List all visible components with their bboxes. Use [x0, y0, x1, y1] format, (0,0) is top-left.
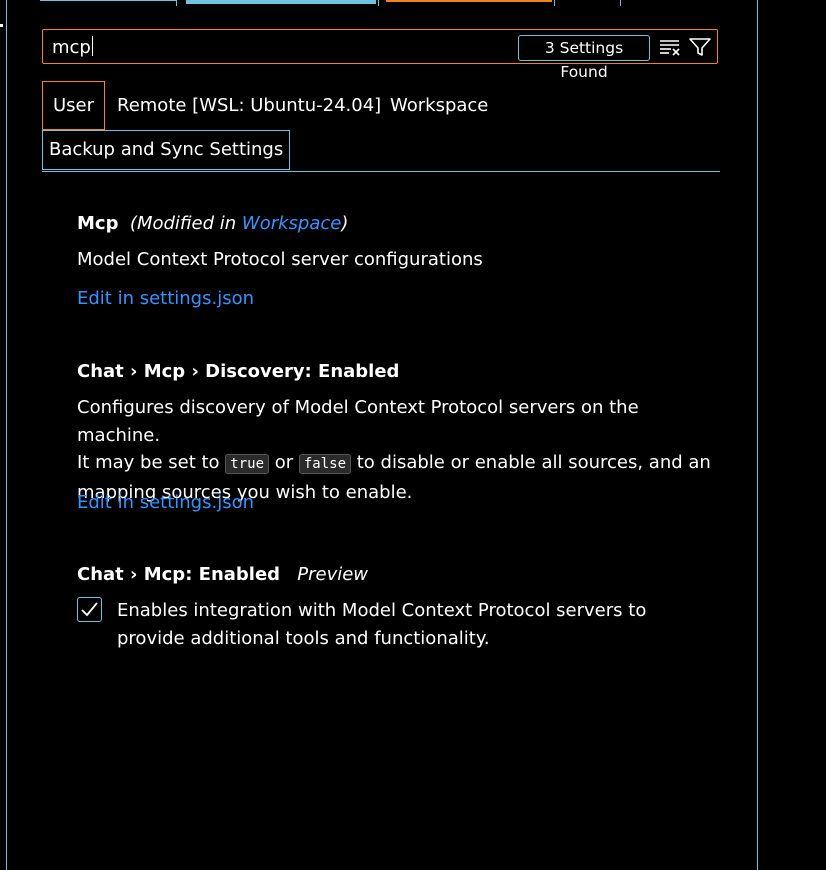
setting-title-mcp-enabled: Chat › Mcp: Enabled Preview	[77, 564, 368, 585]
filter-icon[interactable]	[689, 37, 711, 57]
setting-description: Configures discovery of Model Context Pr…	[77, 394, 717, 506]
edit-in-settings-json-link[interactable]: Edit in settings.json	[77, 288, 254, 309]
tab-underline-active	[186, 0, 376, 4]
code-false: false	[298, 454, 352, 474]
tab-workspace[interactable]: Workspace	[390, 89, 488, 123]
tabs-divider	[42, 171, 720, 172]
tab-underline-focused	[386, 0, 552, 2]
checkbox-label: Enables integration with Model Context P…	[117, 600, 647, 649]
editor-left-border	[6, 0, 7, 870]
setting-name: Chat › Mcp: Enabled	[77, 564, 281, 585]
scroll-marker	[0, 24, 3, 27]
checkmark-icon	[81, 602, 98, 617]
tab-separator	[620, 0, 621, 6]
results-count-badge: 3 Settings Found	[518, 35, 650, 81]
setting-name: Mcp	[77, 213, 119, 234]
search-input[interactable]: mcp	[52, 36, 93, 58]
setting-description: Model Context Protocol server configurat…	[77, 249, 483, 270]
tab-user[interactable]: User	[42, 81, 106, 130]
tab-remote[interactable]: Remote [WSL: Ubuntu-24.04]	[117, 89, 381, 123]
backup-sync-button[interactable]: Backup and Sync Settings	[42, 130, 291, 170]
setting-title-discovery: Chat › Mcp › Discovery: Enabled	[77, 361, 399, 382]
setting-title-mcp: Mcp (Modified in Workspace)	[77, 213, 348, 234]
tab-underline	[40, 0, 176, 1]
editor-right-border	[757, 0, 758, 870]
modified-workspace-link[interactable]: Workspace	[242, 213, 341, 234]
tab-separator	[378, 0, 379, 6]
code-true: true	[225, 454, 269, 474]
mcp-enabled-checkbox[interactable]	[77, 597, 102, 622]
clear-filter-icon[interactable]	[659, 37, 681, 57]
modified-indicator: (Modified in Workspace)	[129, 213, 349, 234]
settings-search-box[interactable]: mcp 3 Settings Found	[42, 29, 718, 81]
tab-separator	[176, 0, 177, 6]
description-line: Configures discovery of Model Context Pr…	[77, 397, 639, 446]
preview-tag: Preview	[297, 564, 369, 585]
edit-in-settings-json-link[interactable]: Edit in settings.json	[77, 492, 254, 513]
setting-name: Chat › Mcp › Discovery: Enabled	[77, 361, 400, 382]
tab-separator	[554, 0, 555, 6]
